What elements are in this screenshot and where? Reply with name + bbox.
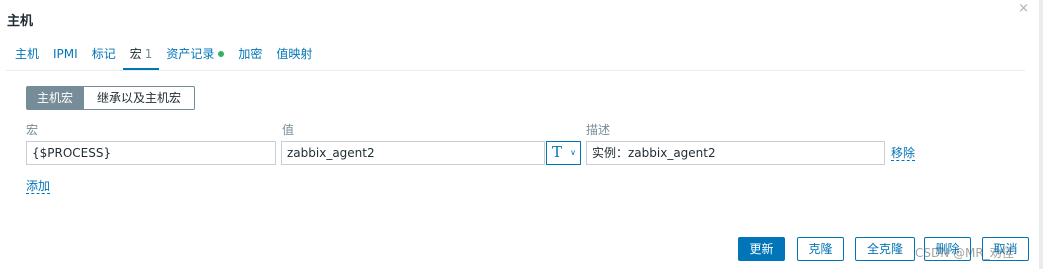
tab-bar: 主机 IPMI 标记 宏1 资产记录 加密 值映射 xyxy=(8,44,319,70)
value-type-dropdown[interactable]: T ∨ xyxy=(546,141,581,165)
inherited-macros-button[interactable]: 继承以及主机宏 xyxy=(84,86,195,110)
tab-encryption[interactable]: 加密 xyxy=(231,44,269,70)
macro-value-input[interactable]: zabbix_agent2 xyxy=(281,141,545,165)
description-column-label: 描述 xyxy=(586,123,611,137)
tab-macros-count: 1 xyxy=(144,47,153,61)
tab-host-label: 主机 xyxy=(15,47,40,61)
tab-encryption-label: 加密 xyxy=(238,47,263,61)
full-clone-button[interactable]: 全克隆 xyxy=(855,237,915,261)
tab-value-mapping-label: 值映射 xyxy=(276,47,313,61)
macro-name-input[interactable]: {$PROCESS} xyxy=(26,141,276,165)
tab-ipmi[interactable]: IPMI xyxy=(46,44,85,70)
tab-host[interactable]: 主机 xyxy=(8,44,46,70)
tab-ipmi-label: IPMI xyxy=(53,47,78,61)
tab-macros[interactable]: 宏1 xyxy=(122,44,160,70)
macro-mode-toggle: 主机宏 继承以及主机宏 xyxy=(26,86,195,110)
remove-macro-link[interactable]: 移除 xyxy=(891,146,916,161)
add-macro-link[interactable]: 添加 xyxy=(26,179,51,194)
status-dot-icon xyxy=(218,51,225,57)
dialog-title: 主机 xyxy=(7,14,34,29)
chevron-down-icon: ∨ xyxy=(570,148,576,157)
update-button[interactable]: 更新 xyxy=(738,237,785,261)
close-icon[interactable]: × xyxy=(1018,2,1029,15)
delete-button[interactable]: 删除 xyxy=(924,237,971,261)
clone-button[interactable]: 克隆 xyxy=(797,237,844,261)
macro-description-input[interactable]: 实例：zabbix_agent2 xyxy=(586,141,885,165)
tab-tags-label: 标记 xyxy=(91,47,116,61)
tab-divider xyxy=(6,70,1025,71)
macro-column-label: 宏 xyxy=(26,123,39,137)
host-macros-button[interactable]: 主机宏 xyxy=(26,86,84,110)
value-column-label: 值 xyxy=(282,123,295,137)
host-dialog: 主机 × 主机 IPMI 标记 宏1 资产记录 加密 值映射 主机宏 继承以及主… xyxy=(0,0,1043,269)
tab-tags[interactable]: 标记 xyxy=(85,44,123,70)
tab-macros-label: 宏 xyxy=(129,47,142,61)
text-type-icon: T xyxy=(552,143,563,161)
cancel-button[interactable]: 取消 xyxy=(982,237,1029,261)
tab-inventory[interactable]: 资产记录 xyxy=(159,44,231,70)
tab-value-mapping[interactable]: 值映射 xyxy=(269,44,319,70)
tab-inventory-label: 资产记录 xyxy=(166,47,215,61)
